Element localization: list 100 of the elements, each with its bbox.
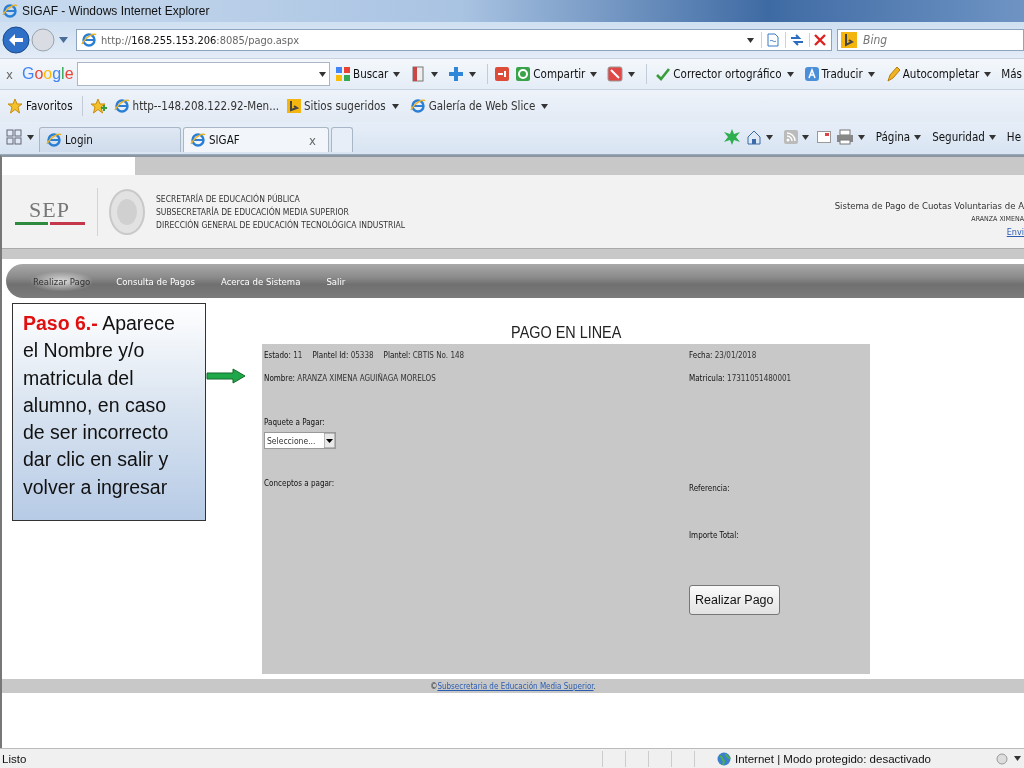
browser-icon [190, 132, 206, 148]
star-icon [7, 98, 23, 114]
caret-icon [867, 71, 875, 77]
toolbar-button[interactable]: Compartir [513, 66, 603, 82]
refresh-icon[interactable] [785, 32, 805, 48]
browser-icon [2, 3, 18, 19]
tile-icon[interactable] [494, 66, 511, 82]
browser-tab[interactable]: Login [39, 127, 181, 152]
add-favorite-icon[interactable] [89, 98, 108, 114]
close-button[interactable]: x [309, 132, 322, 148]
menu-button[interactable]: Seguridad [929, 130, 1002, 144]
caret-icon [765, 134, 773, 140]
field-label: Paquete a Pagar: [264, 418, 325, 427]
zoom-button[interactable] [995, 751, 1024, 766]
back-button[interactable] [2, 26, 30, 54]
logo-text: SEP [29, 198, 70, 222]
caret-icon [988, 134, 996, 140]
field-label: Importe Total: [689, 531, 739, 540]
zoom-icon [995, 751, 1011, 766]
system-name: Sistema de Pago de Cuotas Voluntarias de A [834, 200, 1024, 211]
toolbar-button[interactable]: Corrector ortográfico [653, 66, 799, 82]
plus-icon [448, 66, 465, 82]
squares-icon [335, 66, 352, 82]
circle-icon [515, 66, 532, 82]
favorite-link[interactable]: Galería de Web Slice [407, 98, 554, 114]
package-dropdown[interactable]: Seleccione... [264, 432, 336, 449]
translate-icon [803, 66, 820, 82]
globe-icon [716, 751, 731, 766]
nav-link[interactable]: Consulta de Pagos [114, 271, 197, 291]
address-field[interactable]: http://168.255.153.206:8085/pago.aspx [76, 29, 832, 51]
more-button[interactable]: Más [999, 67, 1024, 81]
caret-icon[interactable] [747, 37, 754, 43]
browser-icon [81, 32, 97, 48]
link[interactable]: Envi [1006, 227, 1024, 237]
star-icon[interactable] [722, 128, 741, 146]
url-text: http://168.255.153.206:8085/pago.aspx [101, 33, 300, 47]
toolbar-button[interactable]: Autocompletar [882, 66, 997, 82]
stop-icon[interactable] [809, 33, 827, 47]
caret-icon [431, 71, 439, 77]
agency-name: SUBSECRETARÍA DE EDUCACIÓN MEDIA SUPERIOR [156, 206, 350, 217]
nav-link[interactable]: Acerca de Sistema [218, 271, 303, 291]
browser-tab[interactable]: SIGAF x [183, 127, 329, 152]
info-text: Fecha: 23/01/2018 [689, 351, 757, 360]
seal-icon [108, 187, 146, 236]
caret-icon [914, 134, 922, 140]
info-text: Plantel: CBTIS No. 148 [383, 351, 465, 360]
arrow-icon [206, 368, 246, 384]
copyright-text: ©Subsecretaria de Educación Media Superior. [430, 681, 596, 691]
mail-icon[interactable] [816, 131, 831, 143]
menu-button[interactable]: Página [872, 130, 928, 144]
status-text: Listo [2, 752, 27, 765]
quick-tabs-icon[interactable] [6, 129, 22, 145]
pencil-icon [884, 66, 901, 82]
favorites-button[interactable]: Favoritos [5, 98, 75, 114]
menu-button[interactable]: He [1003, 130, 1024, 144]
page-title: PAGO EN LINEA [510, 324, 622, 343]
zone-text: Internet | Modo protegido: desactivado [734, 752, 931, 765]
printer-icon [835, 129, 854, 145]
caret-icon [984, 71, 992, 77]
submit-button[interactable]: Realizar Pago [689, 585, 780, 615]
info-text: Nombre: ARANZA XIMENA AGUIÑAGA MORELOS [264, 374, 436, 383]
check-icon [655, 66, 672, 82]
nav-link[interactable]: Salir [324, 271, 348, 291]
caret-icon [590, 71, 598, 77]
search-box[interactable]: Bing [837, 29, 1024, 51]
toolbar-button[interactable]: Buscar [333, 66, 406, 82]
caret-icon [801, 134, 809, 140]
caret-icon [628, 71, 636, 77]
caret-icon [319, 71, 327, 77]
home-icon [745, 129, 762, 145]
search-input[interactable]: Bing [861, 32, 1005, 48]
b-icon [287, 99, 301, 113]
field-label: Referencia: [689, 484, 730, 493]
close-button[interactable]: x [6, 66, 19, 82]
agency-name: DIRECCIÓN GENERAL DE EDUCACIÓN TECNOLÓGICA INDUSTRIAL [156, 219, 405, 230]
search-field[interactable] [76, 62, 331, 86]
tile-icon [607, 66, 624, 82]
browser-icon [113, 98, 130, 114]
toolbar-button[interactable]: Traducir [801, 66, 880, 82]
caret-icon [786, 71, 794, 77]
b-icon [841, 32, 857, 48]
history-caret-icon[interactable] [59, 37, 68, 43]
field-label: Conceptos a pagar: [264, 479, 335, 488]
caret-icon [857, 134, 865, 140]
window-title: SIGAF - Windows Internet Explorer [22, 4, 210, 18]
caret-icon[interactable] [27, 134, 34, 140]
info-text: Estado: 11 [264, 351, 303, 360]
browser-icon [46, 132, 62, 148]
rss-icon [783, 130, 798, 144]
page-icon [410, 66, 427, 82]
compatibility-icon[interactable] [761, 32, 781, 48]
link[interactable]: Subsecretaria de Educación Media Superior [437, 681, 594, 691]
favorite-link[interactable]: http--148.208.122.92-Men... [111, 98, 281, 114]
info-text: Matricula: 17311051480001 [689, 374, 792, 383]
google-logo: Google [21, 65, 74, 83]
dropdown-button[interactable] [324, 433, 335, 448]
callout-text: Paso 6.- Aparece el Nombre y/o matricula del alumno, en caso de ser incorrecto dar clic en salir y volver a ingresar [23, 311, 176, 500]
favorite-link[interactable]: Sitios sugeridos [285, 99, 404, 113]
caret-icon [1014, 756, 1021, 761]
caret-icon [469, 71, 477, 77]
